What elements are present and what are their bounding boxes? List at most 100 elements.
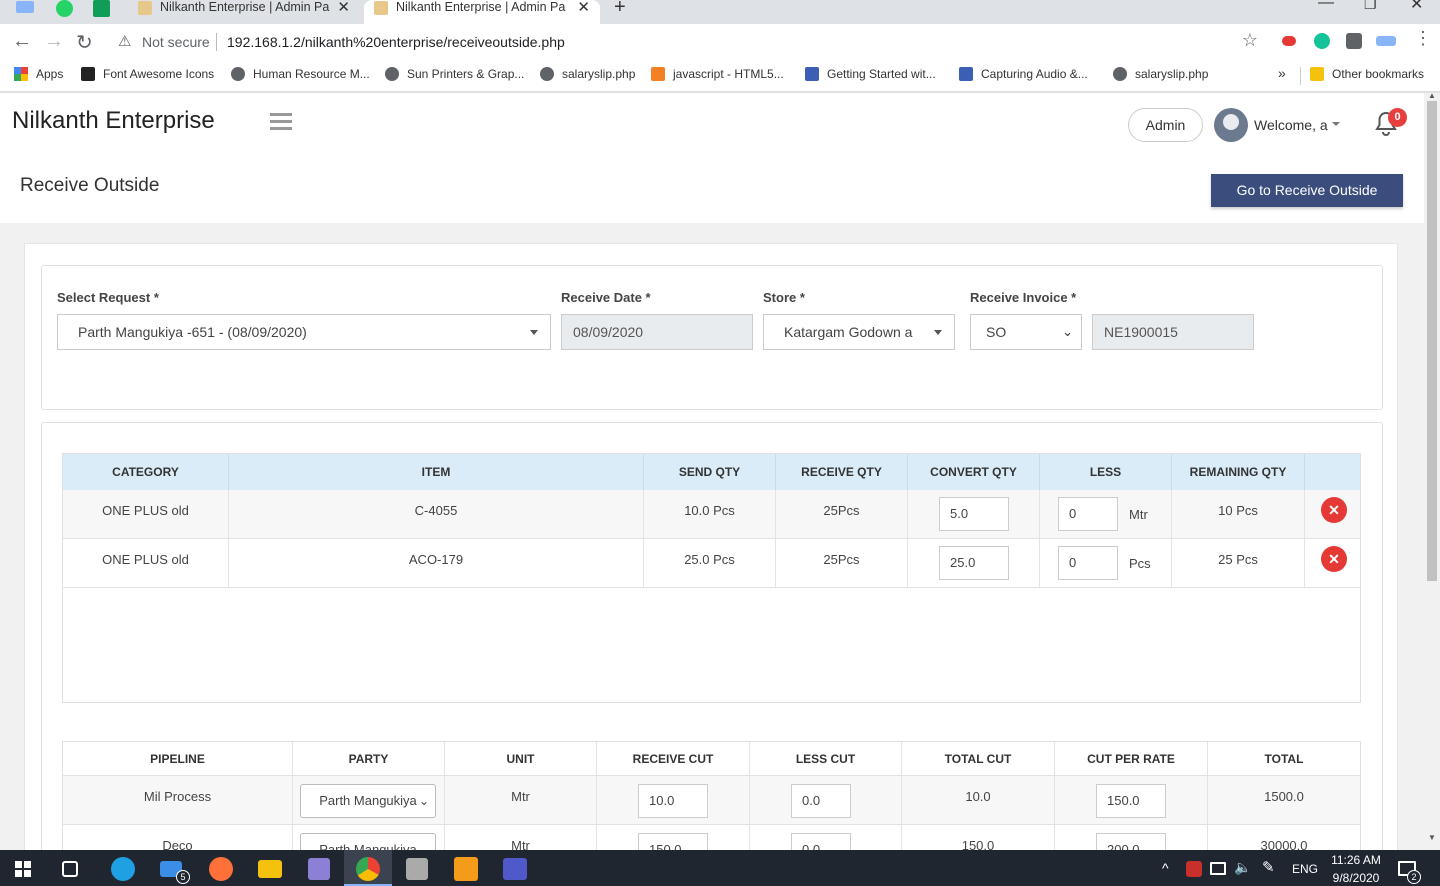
minimize-icon[interactable]: —	[1318, 0, 1334, 12]
store-value: Katargam Godown a	[784, 324, 913, 340]
welcome-dropdown[interactable]: Welcome, a	[1254, 117, 1328, 133]
scrollbar-thumb[interactable]	[1427, 101, 1437, 581]
bookmark-apps[interactable]: Apps	[14, 67, 63, 81]
teams-icon[interactable]	[503, 858, 527, 880]
scroll-up-icon[interactable]: ▲	[1428, 91, 1436, 100]
file-explorer-icon[interactable]	[258, 860, 282, 878]
convert-qty-input[interactable]: 25.0	[939, 546, 1009, 580]
caret-down-icon	[934, 330, 942, 335]
convert-qty-input[interactable]: 5.0	[939, 497, 1009, 531]
firefox-icon[interactable]	[209, 857, 233, 881]
receive-qty-cell: 25Pcs	[776, 539, 908, 587]
cut-per-rate-input[interactable]: 150.0	[1096, 784, 1166, 818]
item-cell: ACO-179	[229, 539, 644, 587]
unit-cell: Mtr	[445, 776, 597, 824]
caret-down-icon[interactable]	[1332, 122, 1340, 126]
warning-icon[interactable]: ⚠	[118, 32, 131, 50]
browser-toolbar: ← → ↻ ⚠ Not secure 192.168.1.2/nilkanth%…	[0, 24, 1440, 60]
menu-kebab-icon[interactable]: ⋮	[1414, 28, 1432, 49]
bookmark-item[interactable]: salaryslip.php	[1113, 67, 1208, 81]
go-to-receive-outside-button[interactable]: Go to Receive Outside	[1211, 174, 1403, 207]
remove-row-icon[interactable]: ✕	[1321, 546, 1347, 572]
security-status[interactable]: Not secure	[142, 34, 210, 50]
pipeline-cell: Deco	[63, 825, 293, 850]
pinned-tab-icon[interactable]	[16, 1, 34, 13]
close-tab-icon[interactable]: ✕	[577, 0, 590, 16]
url-text[interactable]: 192.168.1.2/nilkanth%20enterprise/receiv…	[227, 34, 565, 50]
bookmark-item[interactable]: Sun Printers & Grap...	[385, 67, 524, 81]
remaining-qty-cell: 25 Pcs	[1172, 539, 1305, 587]
request-select[interactable]: Parth Mangukiya -651 - (08/09/2020)	[57, 314, 551, 350]
other-bookmarks[interactable]: Other bookmarks	[1310, 67, 1424, 81]
folder-icon	[1310, 67, 1324, 81]
new-tab-icon[interactable]: +	[614, 0, 626, 19]
less-cut-input[interactable]: 0.0	[791, 833, 851, 850]
sheets-tab-icon[interactable]	[93, 0, 110, 17]
less-cell: 0 Mtr	[1040, 490, 1172, 538]
edge-icon[interactable]	[111, 857, 135, 881]
chevron-up-icon[interactable]: ^	[1162, 860, 1169, 876]
restore-icon[interactable]: ❐	[1364, 0, 1377, 13]
party-select[interactable]: Parth Mangukiya ⌄	[300, 833, 436, 850]
invoice-number-field[interactable]: NE1900015	[1092, 314, 1254, 350]
bookmark-item[interactable]: Getting Started wit...	[805, 67, 936, 81]
task-view-icon[interactable]	[62, 861, 78, 877]
party-select[interactable]: Parth Mangukiya ⌄	[300, 784, 436, 818]
hamburger-menu-icon[interactable]	[270, 113, 292, 131]
extension-icon[interactable]	[1376, 36, 1396, 46]
avatar[interactable]	[1214, 108, 1248, 142]
bookmark-item[interactable]: Font Awesome Icons	[81, 67, 214, 81]
tab-active[interactable]: Nilkanth Enterprise | Admin Panel ✕	[364, 0, 600, 24]
cut-per-rate-input[interactable]: 200.0	[1096, 833, 1166, 850]
receive-cut-input[interactable]: 10.0	[638, 784, 708, 818]
volume-icon[interactable]: 🔈	[1234, 859, 1251, 876]
globe-icon	[540, 67, 554, 81]
bookmark-item[interactable]: Capturing Audio &...	[959, 67, 1088, 81]
receive-date-field[interactable]: 08/09/2020	[561, 314, 753, 350]
settings-icon[interactable]	[454, 857, 478, 881]
receive-cut-input[interactable]: 150.0	[638, 833, 708, 850]
clock-time[interactable]: 11:26 AM	[1328, 853, 1384, 867]
snipping-tool-icon[interactable]	[406, 858, 428, 880]
app-icon[interactable]	[308, 858, 330, 880]
tab-inactive[interactable]: Nilkanth Enterprise | Admin Panel ✕	[128, 0, 360, 24]
remove-row-icon[interactable]: ✕	[1321, 497, 1347, 523]
convert-qty-cell: 5.0	[908, 490, 1040, 538]
bookmarks-overflow-icon[interactable]: »	[1278, 65, 1286, 81]
back-icon[interactable]: ←	[12, 30, 32, 53]
grammarly-icon[interactable]	[1314, 33, 1330, 49]
page-scrollbar[interactable]: ▲ ▼	[1424, 91, 1440, 850]
bookmark-label: Human Resource M...	[253, 67, 370, 81]
whatsapp-tab-icon[interactable]	[56, 0, 73, 17]
admin-button[interactable]: Admin	[1128, 108, 1203, 142]
invoice-prefix-select[interactable]: SO ⌄	[970, 314, 1082, 350]
less-input[interactable]: 0	[1058, 546, 1118, 580]
reload-icon[interactable]: ↻	[76, 30, 93, 55]
close-window-icon[interactable]: ✕	[1410, 0, 1423, 14]
store-select[interactable]: Katargam Godown a	[763, 314, 955, 350]
less-cut-input[interactable]: 0.0	[791, 784, 851, 818]
forward-icon[interactable]: →	[44, 30, 64, 53]
send-qty-cell: 10.0 Pcs	[644, 490, 776, 538]
address-bar[interactable]: ⚠ Not secure 192.168.1.2/nilkanth%20ente…	[108, 28, 1268, 56]
bookmark-item[interactable]: javascript - HTML5...	[651, 67, 784, 81]
scroll-down-icon[interactable]: ▼	[1428, 833, 1436, 842]
receive-cut-cell: 150.0	[597, 825, 750, 850]
tray-app-icon[interactable]	[1186, 861, 1202, 877]
clock-date[interactable]: 9/8/2020	[1328, 871, 1384, 885]
bookmark-item[interactable]: salaryslip.php	[540, 67, 635, 81]
notification-badge: 0	[1388, 108, 1407, 127]
language-indicator[interactable]: ENG	[1292, 862, 1318, 876]
chrome-icon[interactable]	[356, 857, 380, 881]
bookmark-item[interactable]: Human Resource M...	[231, 67, 370, 81]
extension-icon[interactable]	[1282, 36, 1296, 46]
less-input[interactable]: 0	[1058, 497, 1118, 531]
close-tab-icon[interactable]: ✕	[337, 0, 350, 16]
browser-tab-strip: Nilkanth Enterprise | Admin Panel ✕ Nilk…	[0, 0, 1440, 24]
network-icon[interactable]	[1210, 862, 1226, 875]
pen-icon[interactable]: ✎	[1262, 858, 1275, 876]
brand-title[interactable]: Nilkanth Enterprise	[12, 107, 215, 135]
windows-start-icon[interactable]	[15, 861, 31, 877]
bookmark-star-icon[interactable]: ☆	[1242, 30, 1258, 51]
puzzle-icon[interactable]	[1346, 33, 1362, 49]
